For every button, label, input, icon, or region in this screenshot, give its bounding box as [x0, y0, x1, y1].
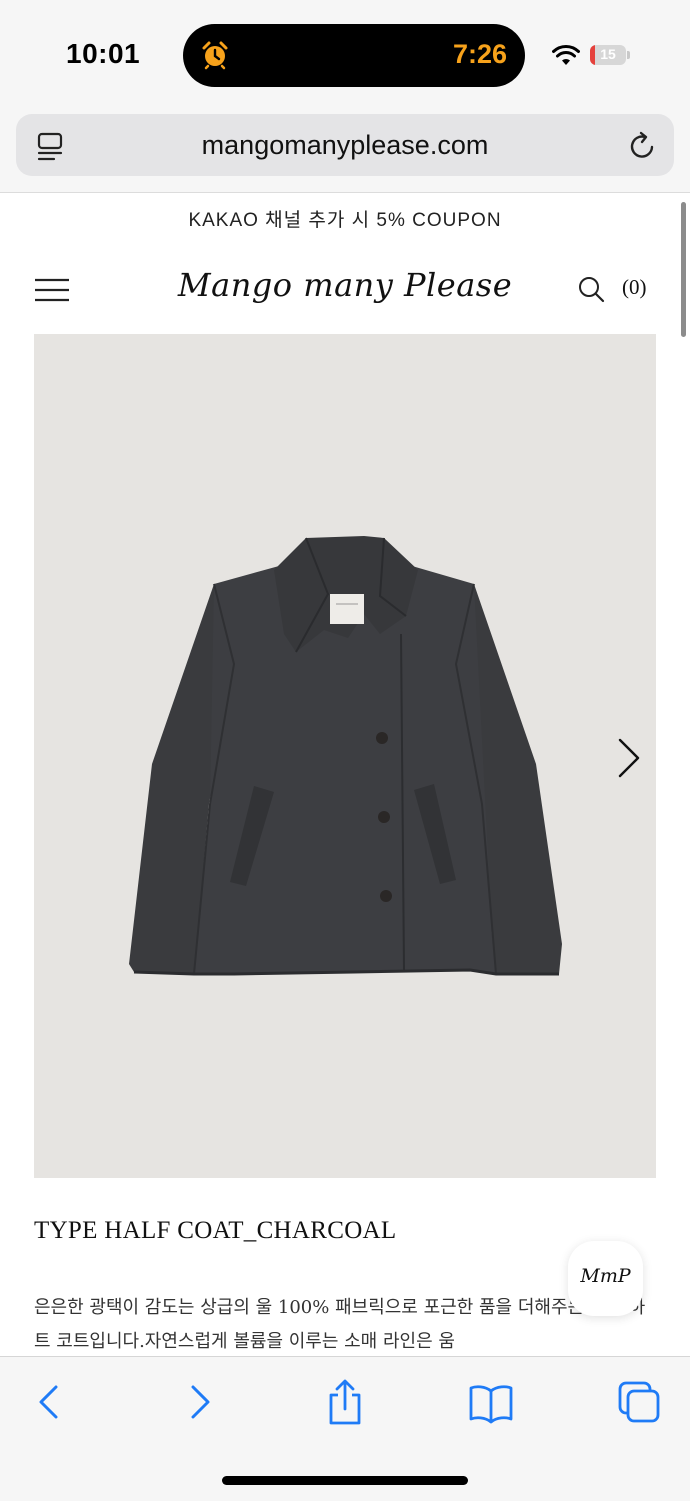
- promo-banner[interactable]: KAKAO 채널 추가 시 5% COUPON: [0, 205, 690, 232]
- bookmarks-icon[interactable]: [466, 1377, 516, 1427]
- battery-charging-icon: 15: [590, 45, 626, 65]
- product-title: TYPE HALF COAT_CHARCOAL: [34, 1217, 397, 1244]
- forward-icon[interactable]: [175, 1377, 225, 1427]
- status-bar: 10:01 7:26 15: [0, 0, 690, 110]
- battery-indicator: 15: [590, 45, 632, 65]
- battery-percentage: 15: [600, 46, 616, 62]
- tabs-overview-icon[interactable]: [614, 1377, 664, 1427]
- floating-brand-button[interactable]: MmP: [568, 1241, 643, 1316]
- alarm-clock-icon: [202, 41, 228, 70]
- browser-toolbar: [0, 1356, 690, 1501]
- url-text[interactable]: mangomanyplease.com: [16, 130, 674, 161]
- next-image-arrow-icon[interactable]: [612, 736, 644, 780]
- cart-button[interactable]: (0): [622, 275, 647, 300]
- back-icon[interactable]: [24, 1377, 74, 1427]
- coat-photo: [129, 536, 562, 976]
- timer-countdown: 7:26: [453, 39, 508, 69]
- battery-nub: [627, 51, 630, 59]
- clock-time: 10:01: [66, 38, 141, 69]
- product-image[interactable]: [34, 334, 656, 1178]
- scrollbar[interactable]: [681, 202, 686, 337]
- search-icon[interactable]: [577, 275, 605, 303]
- share-icon[interactable]: [320, 1377, 370, 1427]
- wifi-icon: [552, 44, 580, 65]
- product-description: 은은한 광택이 감도는 상급의 울 100% 패브릭으로 포근한 품을 더해주는…: [34, 1297, 646, 1352]
- home-indicator[interactable]: [222, 1476, 468, 1485]
- reload-icon[interactable]: [628, 131, 658, 161]
- floating-logo-text: MmP: [580, 1265, 631, 1287]
- browser-address-area: mangomanyplease.com: [0, 110, 690, 193]
- url-bar[interactable]: mangomanyplease.com: [16, 114, 674, 176]
